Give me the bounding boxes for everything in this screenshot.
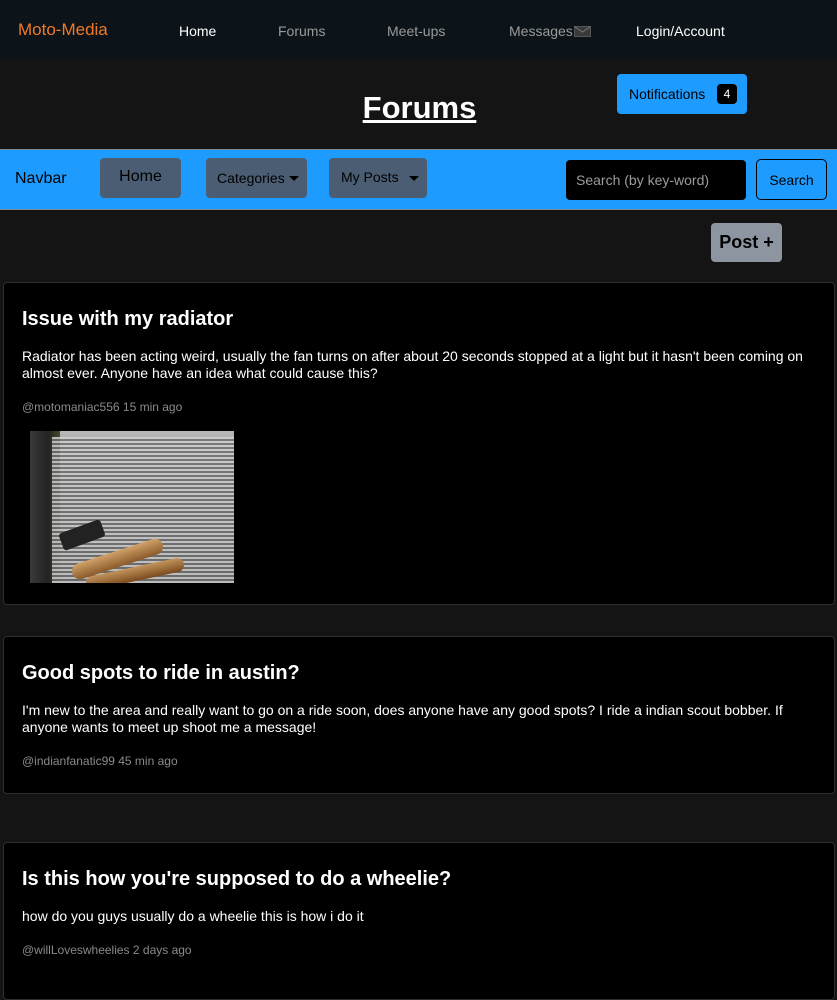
post-body: I'm new to the area and really want to g… xyxy=(22,702,783,735)
notifications-count-badge: 4 xyxy=(717,84,737,104)
post-image[interactable] xyxy=(30,431,234,583)
nav-link-login-account[interactable]: Login/Account xyxy=(636,23,725,39)
navbar-home-button[interactable]: Home xyxy=(100,158,181,198)
my-posts-dropdown-label: My Posts xyxy=(341,169,399,185)
new-post-button[interactable]: Post + xyxy=(711,223,782,262)
navbar-brand[interactable]: Navbar xyxy=(15,170,67,188)
nav-link-messages[interactable]: Messages xyxy=(509,23,591,39)
my-posts-dropdown[interactable]: My Posts xyxy=(329,158,427,198)
post-meta: @motomaniac556 15 min ago xyxy=(22,400,183,414)
caret-down-icon xyxy=(409,176,419,181)
post-meta: @indianfanatic99 45 min ago xyxy=(22,754,178,768)
notifications-label: Notifications xyxy=(629,86,706,102)
nav-link-messages-label: Messages xyxy=(509,23,573,39)
nav-link-home[interactable]: Home xyxy=(179,23,216,39)
post-body: Radiator has been acting weird, usually … xyxy=(22,348,803,381)
envelope-icon xyxy=(573,26,591,37)
search-input[interactable] xyxy=(566,160,746,200)
notifications-button[interactable]: Notifications 4 xyxy=(617,74,747,114)
categories-dropdown-label: Categories xyxy=(217,170,285,186)
post-card[interactable]: Issue with my radiator Radiator has been… xyxy=(3,282,835,605)
post-card[interactable]: Good spots to ride in austin? I'm new to… xyxy=(3,636,835,794)
search-button[interactable]: Search xyxy=(756,159,827,200)
post-body: how do you guys usually do a wheelie thi… xyxy=(22,908,364,924)
top-navbar: Moto-Media Home Forums Meet-ups Messages… xyxy=(0,0,837,60)
caret-down-icon xyxy=(289,176,299,181)
forum-navbar: Navbar Home Categories My Posts Search xyxy=(0,149,837,210)
nav-link-meetups[interactable]: Meet-ups xyxy=(387,23,445,39)
post-meta: @willLoveswheelies 2 days ago xyxy=(22,943,192,957)
post-title[interactable]: Good spots to ride in austin? xyxy=(22,662,300,685)
brand-logo[interactable]: Moto-Media xyxy=(18,20,108,40)
categories-dropdown[interactable]: Categories xyxy=(206,158,307,198)
post-title[interactable]: Is this how you're supposed to do a whee… xyxy=(22,868,451,891)
nav-link-forums[interactable]: Forums xyxy=(278,23,325,39)
post-title[interactable]: Issue with my radiator xyxy=(22,308,233,331)
radiator-fins xyxy=(52,437,234,583)
post-card[interactable]: Is this how you're supposed to do a whee… xyxy=(3,842,835,1000)
